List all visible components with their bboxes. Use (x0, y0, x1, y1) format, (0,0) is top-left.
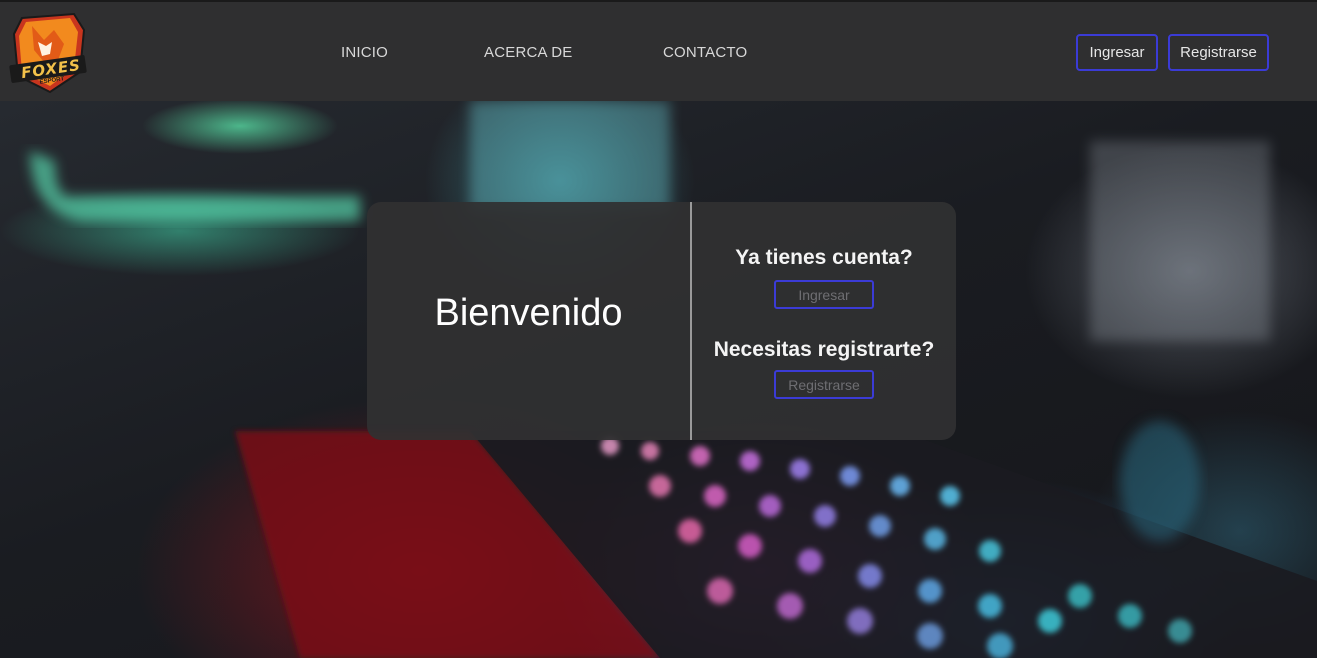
card-login-button[interactable]: Ingresar (774, 280, 874, 309)
nav-register-button[interactable]: Registrarse (1168, 34, 1269, 71)
nav-link-acerca-de[interactable]: ACERCA DE (484, 44, 573, 61)
have-account-question: Ya tienes cuenta? (735, 246, 913, 269)
need-register-question: Necesitas registrarte? (713, 338, 935, 361)
card-register-button[interactable]: Registrarse (774, 370, 874, 399)
foxes-esport-logo[interactable]: FOXES ESPORT (8, 12, 88, 94)
navbar: FOXES ESPORT INICIO ACERCA DE CONTACTO I… (0, 0, 1317, 101)
nav-link-contacto[interactable]: CONTACTO (663, 44, 747, 61)
welcome-card: Bienvenido Ya tienes cuenta? Ingresar Ne… (367, 202, 956, 440)
welcome-heading: Bienvenido (434, 292, 623, 334)
nav-login-button[interactable]: Ingresar (1076, 34, 1158, 71)
nav-link-inicio[interactable]: INICIO (341, 44, 388, 61)
card-divider (690, 202, 692, 440)
